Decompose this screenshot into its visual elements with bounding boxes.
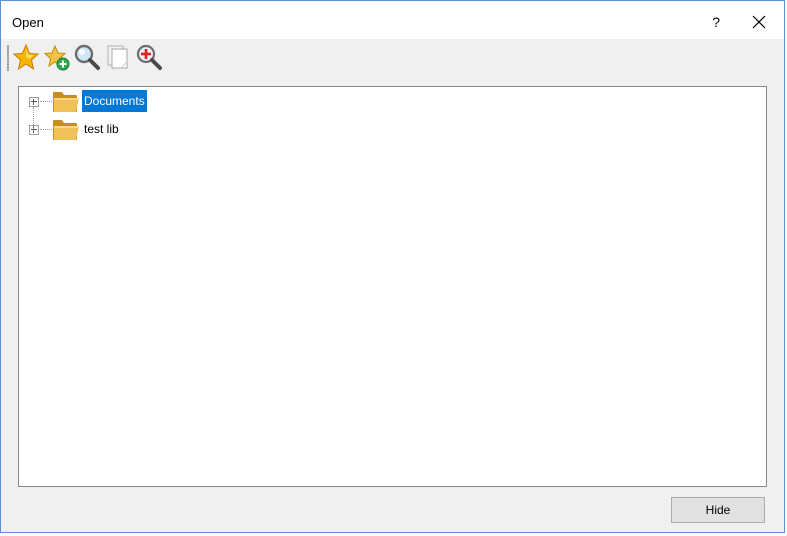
folder-icon: [53, 92, 79, 112]
star-add-icon: [43, 44, 70, 71]
tree-item-label[interactable]: Documents: [82, 90, 147, 112]
tree-item-label[interactable]: test lib: [82, 118, 121, 140]
hide-button[interactable]: Hide: [671, 497, 765, 523]
toolbar-grip[interactable]: [7, 45, 9, 71]
toolbar: [1, 39, 784, 77]
favorites-button[interactable]: [12, 43, 40, 71]
copy-button[interactable]: [105, 43, 133, 71]
library-tree[interactable]: Documents test lib: [18, 86, 767, 487]
folder-icon: [53, 120, 79, 140]
tree-connector-vertical: [33, 107, 34, 131]
search-button[interactable]: [73, 43, 101, 71]
copy-pages-icon: [107, 45, 128, 69]
help-button[interactable]: ?: [712, 14, 720, 30]
expand-icon[interactable]: [29, 97, 39, 107]
dialog-title: Open: [12, 15, 44, 30]
star-icon: [12, 43, 40, 71]
title-bar: Open ?: [1, 1, 784, 39]
expand-icon[interactable]: [29, 125, 39, 135]
close-icon: [752, 15, 766, 29]
tree-item-test-lib[interactable]: test lib: [19, 116, 319, 142]
zoom-add-icon: [136, 44, 162, 70]
open-dialog: Open ? Documents test lib Hide: [0, 0, 785, 533]
close-button[interactable]: [746, 9, 772, 35]
tree-item-documents[interactable]: Documents: [19, 88, 319, 114]
zoom-add-button[interactable]: [135, 43, 163, 71]
add-favorite-button[interactable]: [43, 43, 71, 71]
search-icon: [74, 44, 100, 70]
